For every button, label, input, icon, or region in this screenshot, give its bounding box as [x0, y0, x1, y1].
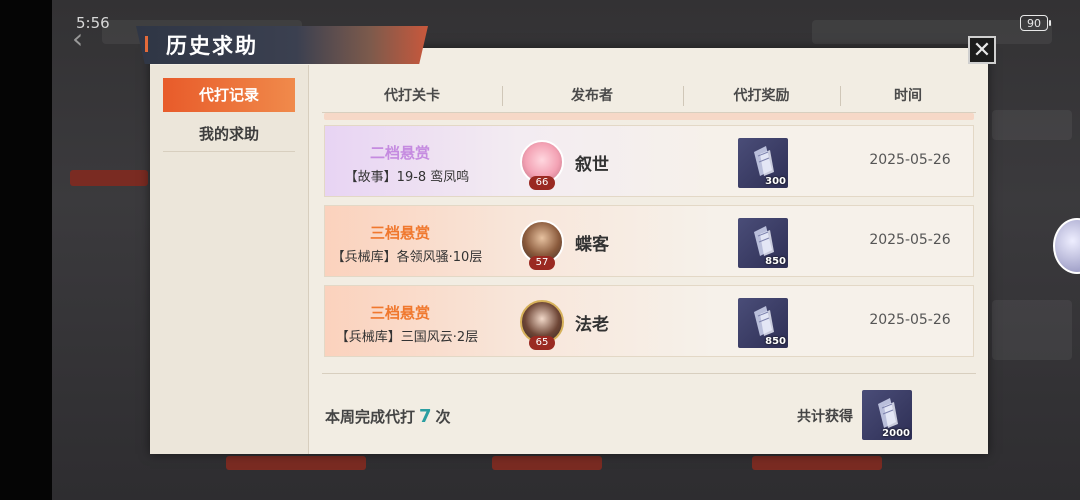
publisher-name: 法老 [575, 315, 609, 335]
token-icon [878, 398, 898, 428]
reward-quantity: 300 [765, 176, 786, 187]
publisher-name: 叙世 [575, 155, 609, 175]
footer-divider [322, 373, 976, 374]
table-row[interactable]: 三档悬赏 【兵械库】各领风骚·10层 57 蝶客 850 2025-05-26 [324, 205, 974, 277]
weekly-completed-suffix: 次 [435, 408, 451, 426]
token-icon [754, 306, 774, 336]
tier-label: 三档悬赏 [369, 304, 430, 322]
status-time: 5:56 [76, 14, 110, 32]
tab-my-requests[interactable]: 我的求助 [163, 117, 295, 152]
table-row[interactable]: 三档悬赏 【兵械库】三国风云·2层 65 法老 850 2025-05-26 [324, 285, 974, 357]
token-icon [754, 226, 774, 256]
device-left-bar [0, 0, 52, 500]
level-badge: 66 [529, 176, 555, 190]
tier-label: 三档悬赏 [369, 224, 430, 242]
reward-quantity: 850 [765, 336, 786, 347]
sidebar: 代打记录 我的求助 [150, 65, 309, 454]
stage-label: 【兵械库】三国风云·2层 [335, 330, 479, 345]
tier-label: 二档悬赏 [369, 144, 430, 162]
total-reward-item[interactable]: 2000 [862, 390, 912, 440]
reward-item[interactable]: 850 [738, 218, 788, 268]
time-label: 2025-05-26 [869, 312, 951, 328]
title-accent-mark [145, 36, 148, 52]
partial-row [324, 113, 974, 120]
reward-item[interactable]: 850 [738, 298, 788, 348]
weekly-completed: 本周完成代打 7 次 [325, 406, 451, 427]
total-label: 共计获得 [797, 409, 853, 425]
header-stage: 代打关卡 [384, 88, 440, 104]
stage-label: 【兵械库】各领风骚·10层 [331, 250, 483, 265]
table-row[interactable]: 二档悬赏 【故事】19-8 鸾凤鸣 66 叙世 300 2025-05-26 [324, 125, 974, 197]
close-button[interactable]: ✕ [968, 36, 996, 64]
total-reward-quantity: 2000 [882, 428, 910, 439]
tab-proxy-records[interactable]: 代打记录 [163, 78, 295, 112]
weekly-completed-prefix: 本周完成代打 [325, 408, 416, 426]
header-publisher: 发布者 [571, 88, 613, 104]
level-badge: 65 [529, 336, 555, 350]
token-icon [754, 146, 774, 176]
stage-label: 【故事】19-8 鸾凤鸣 [344, 170, 470, 185]
battery-icon: 90 [1020, 15, 1051, 31]
level-badge: 57 [529, 256, 555, 270]
time-label: 2025-05-26 [869, 152, 951, 168]
reward-item[interactable]: 300 [738, 138, 788, 188]
time-label: 2025-05-26 [869, 232, 951, 248]
header-reward: 代打奖励 [733, 88, 790, 104]
dialog-title: 历史求助 [166, 34, 258, 58]
weekly-completed-count: 7 [419, 406, 432, 427]
reward-quantity: 850 [765, 256, 786, 267]
header-time: 时间 [894, 88, 922, 104]
publisher-name: 蝶客 [575, 235, 609, 255]
table-header: 代打关卡 发布者 代打奖励 时间 [322, 82, 976, 113]
